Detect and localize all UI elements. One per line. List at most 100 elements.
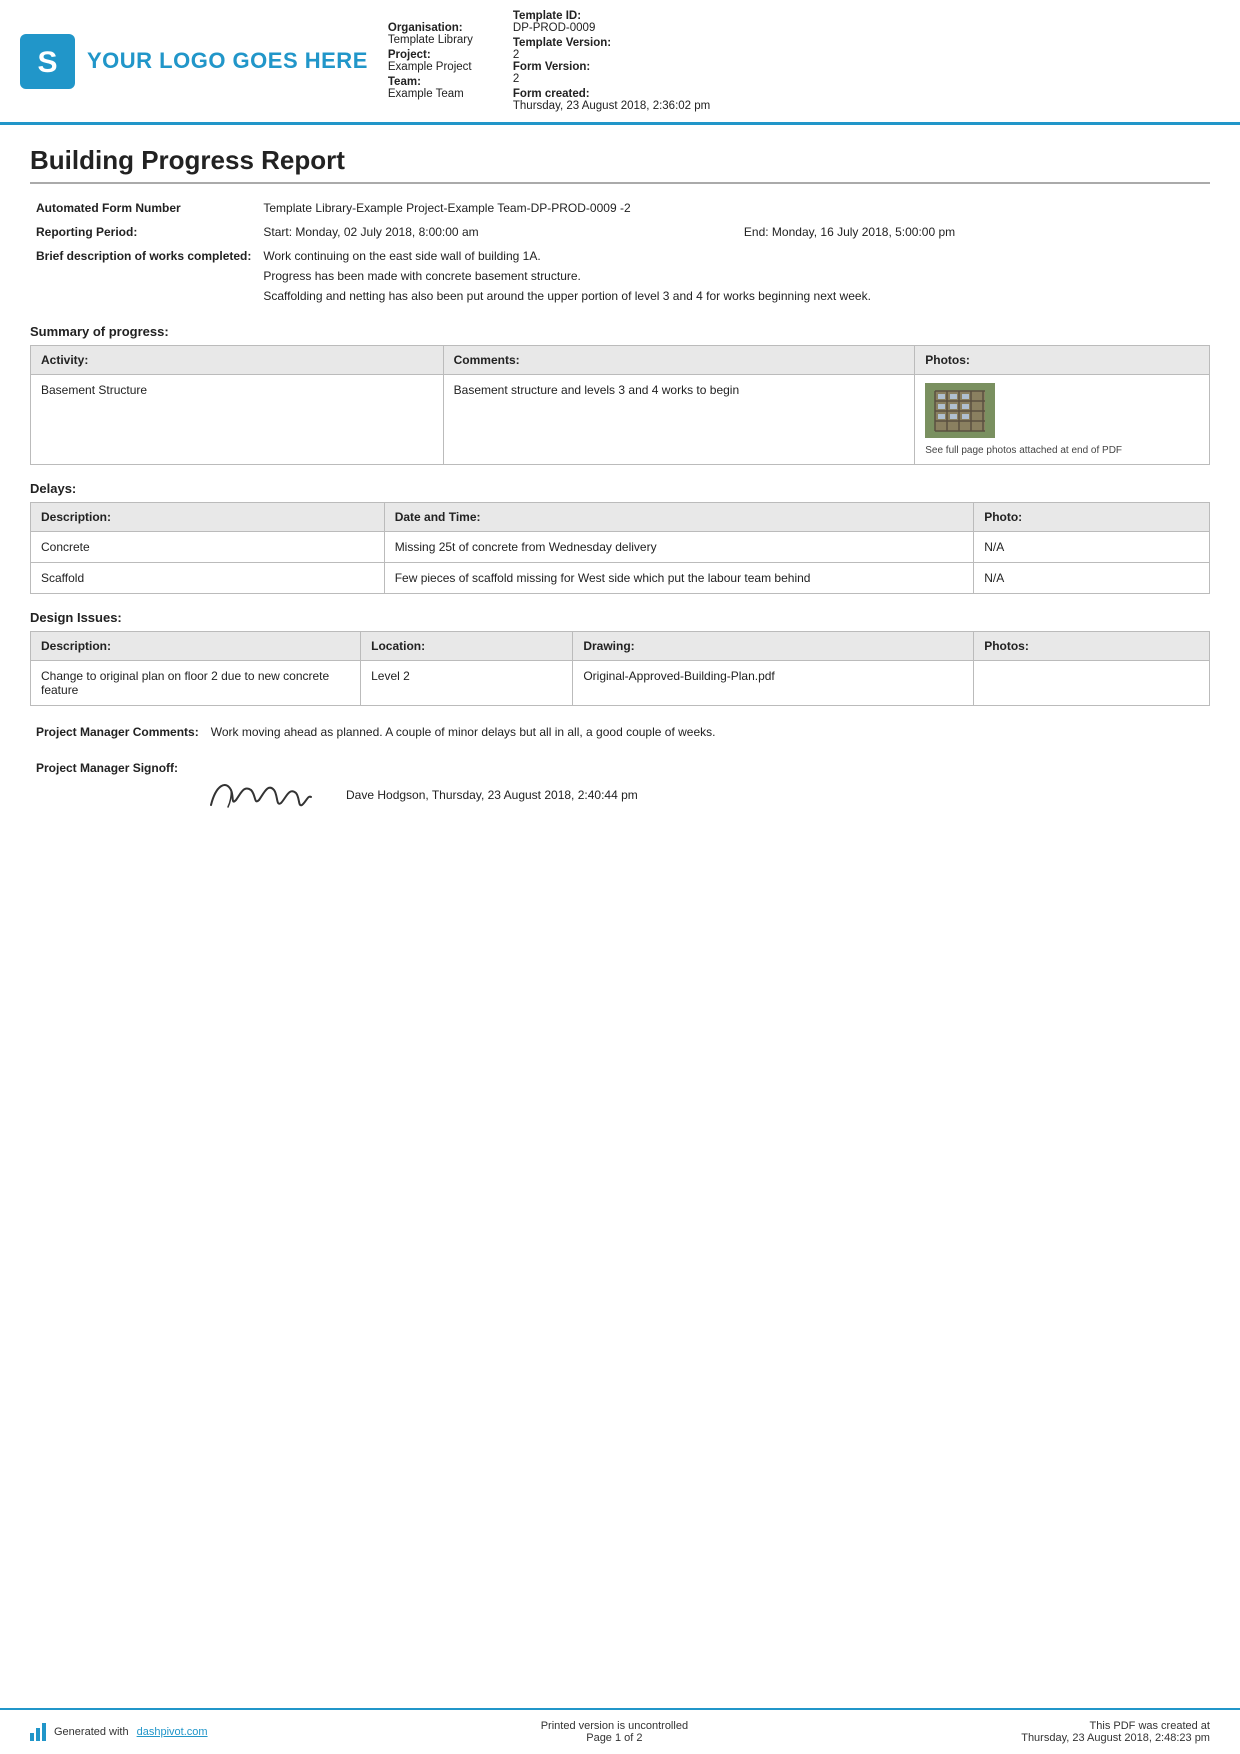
reporting-period-end: End: Monday, 16 July 2018, 5:00:00 pm [738,220,1210,244]
photo-thumb-inner [925,383,995,438]
footer-center: Printed version is uncontrolled Page 1 o… [541,1720,688,1744]
org-row: Organisation: Template Library [388,22,473,46]
form-created-row: Form created: Thursday, 23 August 2018, … [513,88,710,112]
building-photo-svg [925,383,995,438]
pm-signoff-content: Dave Hodgson, Thursday, 23 August 2018, … [190,756,1210,830]
design-header-row: Description: Location: Drawing: Photos: [31,632,1210,661]
signature-area: Dave Hodgson, Thursday, 23 August 2018, … [196,765,1204,825]
pm-signoff-row: Project Manager Signoff: Dave Hodgson, T… [30,756,1210,830]
header-meta-left: Organisation: Template Library Project: … [388,10,473,112]
header-meta-right: Template ID: DP-PROD-0009 Template Versi… [513,10,710,112]
template-version-value: 2 [513,49,710,61]
summary-col-activity: Activity: [31,346,444,375]
reporting-period-row: Reporting Period: Start: Monday, 02 July… [30,220,1210,244]
logo-text: YOUR LOGO GOES HERE [87,48,368,74]
brief-description-label: Brief description of works completed: [30,244,257,308]
team-value: Example Team [388,88,473,100]
template-id-value: DP-PROD-0009 [513,22,710,34]
design-location-1: Level 2 [361,661,573,706]
automated-form-value: Template Library-Example Project-Example… [257,196,1210,220]
main-content: Building Progress Report Automated Form … [0,125,1240,862]
team-row: Team: Example Team [388,76,473,100]
org-value: Template Library [388,34,473,46]
design-issues-section-header: Design Issues: [30,610,1210,625]
reporting-period-start: Start: Monday, 02 July 2018, 8:00:00 am [257,220,738,244]
project-label: Project: [388,49,431,61]
delays-col-photo: Photo: [974,503,1210,532]
page-footer: Generated with dashpivot.com Printed ver… [0,1708,1240,1754]
bar-3 [42,1723,46,1741]
design-photo-1 [974,661,1210,706]
pm-comments-table: Project Manager Comments: Work moving ah… [30,720,1210,744]
project-row: Project: Example Project [388,49,473,73]
footer-pdf-label: This PDF was created at [1021,1720,1210,1732]
brief-line-3: Scaffolding and netting has also been pu… [263,289,1204,303]
footer-left: Generated with dashpivot.com [30,1723,208,1741]
brief-line-1: Work continuing on the east side wall of… [263,249,1204,263]
summary-section-header: Summary of progress: [30,324,1210,339]
design-description-1: Change to original plan on floor 2 due t… [31,661,361,706]
design-col-location: Location: [361,632,573,661]
summary-activity-1: Basement Structure [31,375,444,465]
summary-col-comments: Comments: [443,346,915,375]
header-meta: Organisation: Template Library Project: … [388,10,1210,112]
project-value: Example Project [388,61,473,73]
dashpivot-link[interactable]: dashpivot.com [137,1726,208,1738]
summary-comments-1: Basement structure and levels 3 and 4 wo… [443,375,915,465]
brief-description-value: Work continuing on the east side wall of… [257,244,1210,308]
generated-text: Generated with [54,1726,129,1738]
delays-row-1: Concrete Missing 25t of concrete from We… [31,532,1210,563]
signature-image [196,765,326,825]
delays-description-2: Scaffold [31,563,385,594]
form-version-value: 2 [513,73,710,85]
delays-description-1: Concrete [31,532,385,563]
summary-header-row: Activity: Comments: Photos: [31,346,1210,375]
svg-text:S: S [37,46,57,79]
footer-pdf-date: Thursday, 23 August 2018, 2:48:23 pm [1021,1732,1210,1744]
footer-page-number: Page 1 of 2 [541,1732,688,1744]
design-col-drawing: Drawing: [573,632,974,661]
pm-signoff-label-text: Project Manager Signoff: [36,761,178,775]
summary-table: Activity: Comments: Photos: Basement Str… [30,345,1210,465]
photo-caption: See full page photos attached at end of … [925,445,1199,456]
bar-2 [36,1728,40,1741]
pm-comments-value: Work moving ahead as planned. A couple o… [205,720,1210,744]
design-issues-table: Description: Location: Drawing: Photos: … [30,631,1210,706]
photo-thumbnail [925,383,995,438]
automated-form-row: Automated Form Number Template Library-E… [30,196,1210,220]
logo-icon: S [20,34,75,89]
delays-col-description: Description: [31,503,385,532]
design-drawing-1: Original-Approved-Building-Plan.pdf [573,661,974,706]
org-label: Organisation: [388,22,463,34]
pm-comments-label: Project Manager Comments: [30,720,205,744]
delays-datetime-2: Few pieces of scaffold missing for West … [384,563,974,594]
logo-area: S YOUR LOGO GOES HERE [20,10,368,112]
brief-line-2: Progress has been made with concrete bas… [263,269,1204,283]
delays-photo-2: N/A [974,563,1210,594]
report-title: Building Progress Report [30,145,1210,184]
pm-signoff-label: Project Manager Signoff: [30,756,190,830]
summary-photos-1: See full page photos attached at end of … [915,375,1210,465]
footer-right: This PDF was created at Thursday, 23 Aug… [1021,1720,1210,1744]
design-col-description: Description: [31,632,361,661]
signature-svg [196,765,326,825]
brief-description-row: Brief description of works completed: Wo… [30,244,1210,308]
template-id-row: Template ID: DP-PROD-0009 [513,10,710,34]
automated-form-label: Automated Form Number [30,196,257,220]
template-version-row: Template Version: 2 Form Version: 2 [513,37,710,85]
form-created-label: Form created: [513,88,590,100]
delays-header-row: Description: Date and Time: Photo: [31,503,1210,532]
template-id-label: Template ID: [513,10,581,22]
delays-photo-1: N/A [974,532,1210,563]
summary-row-1: Basement Structure Basement structure an… [31,375,1210,465]
delays-col-datetime: Date and Time: [384,503,974,532]
dashpivot-icon [30,1723,46,1741]
delays-section-header: Delays: [30,481,1210,496]
form-created-value: Thursday, 23 August 2018, 2:36:02 pm [513,100,710,112]
reporting-period-label: Reporting Period: [30,220,257,244]
design-row-1: Change to original plan on floor 2 due t… [31,661,1210,706]
team-label: Team: [388,76,421,88]
bar-1 [30,1733,34,1741]
summary-col-photos: Photos: [915,346,1210,375]
delays-datetime-1: Missing 25t of concrete from Wednesday d… [384,532,974,563]
